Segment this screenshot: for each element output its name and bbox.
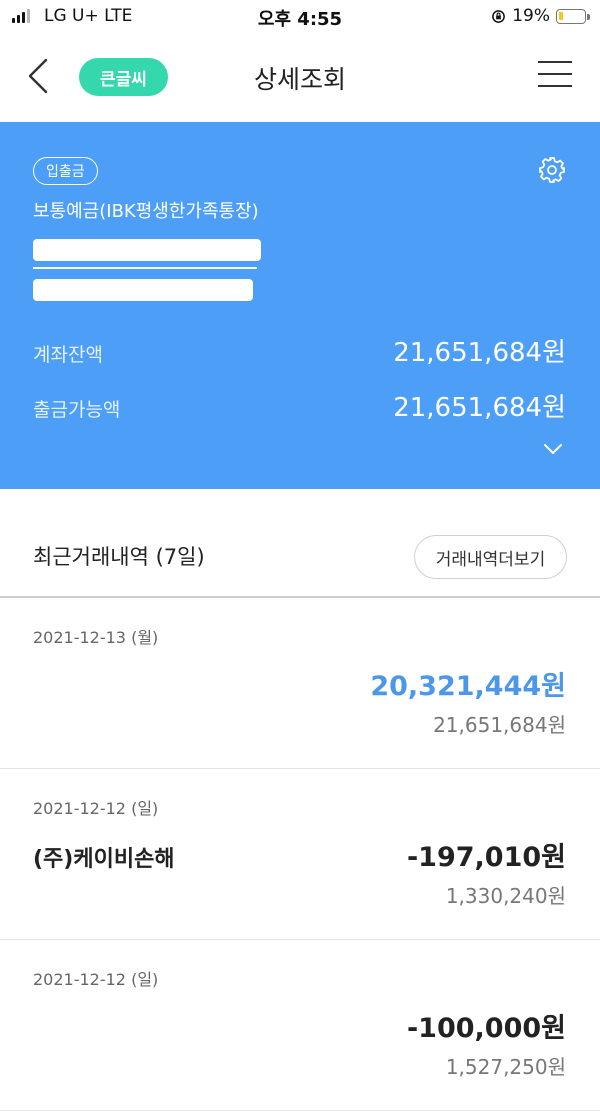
redacted-account-number <box>33 239 261 261</box>
app-header: 큰글씨 상세조회 <box>0 34 600 122</box>
more-transactions-button[interactable]: 거래내역더보기 <box>414 535 567 579</box>
battery-fill <box>559 11 563 20</box>
available-label: 출금가능액 <box>33 399 121 421</box>
status-right: 19% <box>491 6 590 26</box>
hamburger-menu-icon[interactable] <box>538 61 572 91</box>
tx-balance: 21,651,684원 <box>433 713 566 737</box>
balance-label: 계좌잔액 <box>33 344 103 366</box>
divider <box>33 267 257 269</box>
tx-balance: 1,527,250원 <box>445 1055 566 1079</box>
tx-date: 2021-12-12 (일) <box>33 970 159 989</box>
account-name: 보통예금(IBK평생한가족통장) <box>33 201 259 222</box>
tx-date: 2021-12-12 (일) <box>33 799 159 818</box>
tx-description: (주)케이비손해 <box>33 847 175 872</box>
table-row[interactable]: 2021-12-12 (일) -100,000원 1,527,250원 <box>0 940 600 1111</box>
battery-icon <box>556 8 590 24</box>
tx-date: 2021-12-13 (월) <box>33 628 159 647</box>
available-value: 21,651,684원 <box>393 393 566 423</box>
rotation-lock-icon <box>492 9 506 23</box>
chevron-down-icon[interactable] <box>542 442 564 456</box>
tx-balance: 1,330,240원 <box>445 884 566 908</box>
account-type-badge: 입출금 <box>33 157 98 185</box>
tx-amount: -100,000원 <box>406 1013 566 1044</box>
account-card: 입출금 보통예금(IBK평생한가족통장) 계좌잔액 21,651,684원 출금… <box>0 122 600 489</box>
tx-amount: -197,010원 <box>406 842 566 873</box>
redacted-account-holder <box>33 279 253 301</box>
balance-value: 21,651,684원 <box>393 338 566 368</box>
tx-amount: 20,321,444원 <box>370 671 566 702</box>
gear-icon[interactable] <box>538 156 566 184</box>
transaction-list: 2021-12-13 (월) 20,321,444원 21,651,684원 2… <box>0 598 600 1111</box>
table-row[interactable]: 2021-12-12 (일) (주)케이비손해 -197,010원 1,330,… <box>0 769 600 940</box>
table-row[interactable]: 2021-12-13 (월) 20,321,444원 21,651,684원 <box>0 598 600 769</box>
page-title: 상세조회 <box>253 65 346 94</box>
battery-percent: 19% <box>512 6 550 26</box>
status-bar: LG U+ LTE 오후 4:55 19% <box>0 0 600 34</box>
recent-transactions-title: 최근거래내역 (7일) <box>33 545 205 569</box>
